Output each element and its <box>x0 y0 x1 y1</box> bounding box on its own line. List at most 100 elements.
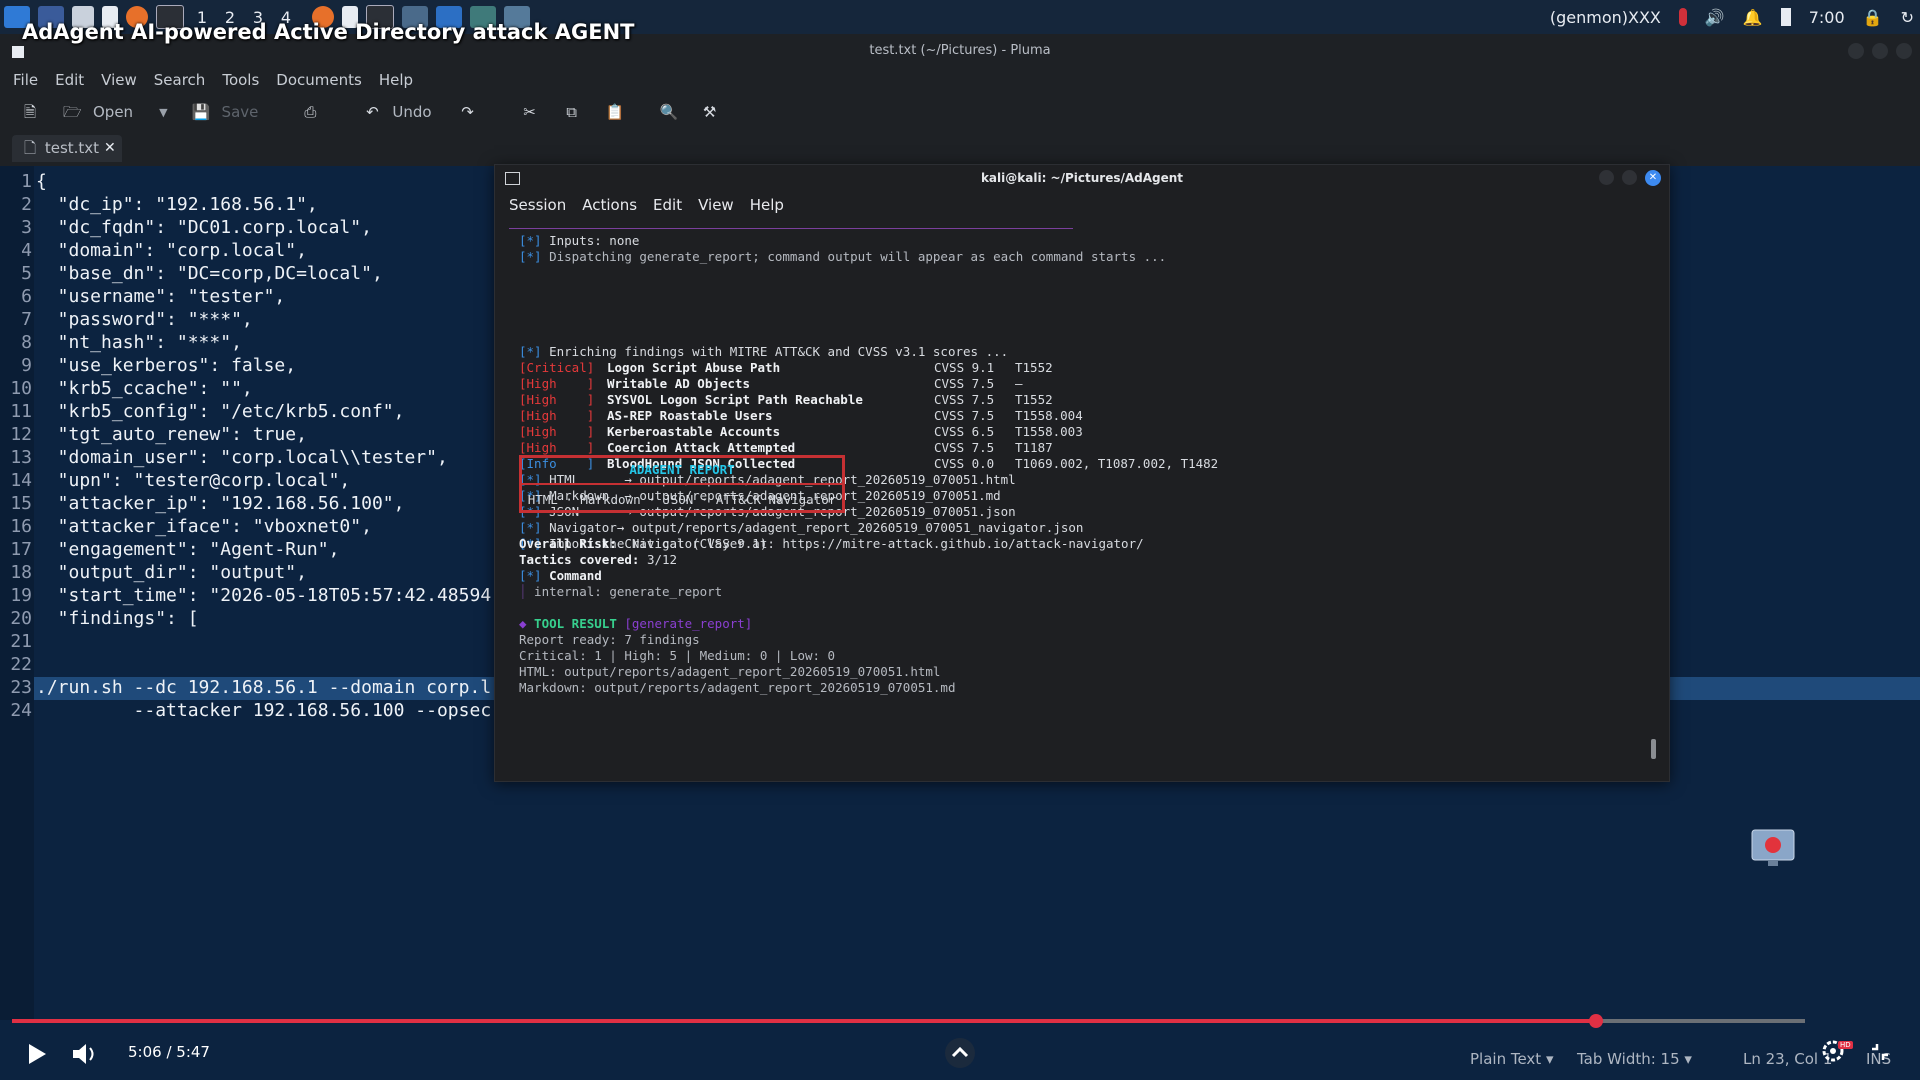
minimize-button[interactable] <box>1848 43 1864 59</box>
line-number: 8 <box>21 332 32 353</box>
report-banner-subtitle: HTML · Markdown · JSON · ATT&CK Navigato… <box>527 492 837 507</box>
maximize-button[interactable] <box>1872 43 1888 59</box>
menu-documents[interactable]: Documents <box>276 71 362 89</box>
tool-result-line: HTML: output/reports/adagent_report_2026… <box>519 664 941 679</box>
refresh-icon[interactable]: ↻ <box>1901 8 1914 27</box>
terminal-window-icon <box>505 172 520 185</box>
line-number: 22 <box>10 654 32 675</box>
lock-icon[interactable]: 🔒 <box>1863 8 1883 27</box>
finding-row: [High ] SYSVOL Logon Script Path Reachabl… <box>519 392 1053 407</box>
menu-file[interactable]: File <box>13 71 38 89</box>
new-document-icon[interactable]: 🗎 <box>22 104 38 120</box>
menu-search[interactable]: Search <box>154 71 206 89</box>
menu-help[interactable]: Help <box>379 71 413 89</box>
finding-title: Kerberoastable Accounts <box>607 424 781 439</box>
search-icon[interactable]: 🔍 <box>660 104 679 120</box>
code-line: "upn": "tester@corp.local", <box>36 470 351 491</box>
print-icon[interactable]: ⎙ <box>302 104 318 120</box>
finding-technique: T1558.004 <box>1015 408 1083 423</box>
redo-icon[interactable]: ↷ <box>460 104 476 120</box>
terminal-line: [*] Enriching findings with MITRE ATT&CK… <box>519 344 1008 359</box>
notification-bell-icon[interactable]: 🔔 <box>1743 8 1763 27</box>
pluma-menubar: File Edit View Search Tools Documents He… <box>0 68 1920 92</box>
chevron-up-icon[interactable] <box>944 1038 976 1068</box>
line-number: 4 <box>21 240 32 261</box>
finding-title: Coercion Attack Attempted <box>607 440 796 455</box>
volume-button[interactable] <box>70 1040 100 1068</box>
finding-row: [High ] Kerberoastable Accounts CVSS 6.5 T1… <box>519 424 1083 439</box>
tab-width-selector[interactable]: Tab Width: 15 ▾ <box>1577 1050 1692 1068</box>
search-replace-icon[interactable]: ⚒ <box>702 104 718 120</box>
code-line: "base_dn": "DC=corp,DC=local", <box>36 263 383 284</box>
command-label: Command <box>541 568 602 583</box>
open-icon[interactable]: 🗁 <box>63 104 82 120</box>
open-button[interactable]: Open <box>93 103 133 121</box>
battery-icon[interactable] <box>1780 8 1791 26</box>
terminal-line: Overall Risk: Critical (CVSS 9.1) <box>519 536 767 551</box>
microphone-icon[interactable] <box>1678 8 1687 26</box>
terminal-scrollbar[interactable] <box>1651 739 1656 759</box>
undo-icon[interactable]: ↶ <box>364 104 380 120</box>
line-number: 24 <box>10 700 32 721</box>
video-progress-fill <box>12 1019 1597 1023</box>
terminal-line: │ internal: generate_report <box>519 584 722 599</box>
line-number: 1 <box>21 171 32 192</box>
report-banner: ADAGENT REPORT HTML · Markdown · JSON · … <box>519 455 845 513</box>
line-number: 6 <box>21 286 32 307</box>
info-prefix: [*] <box>519 568 542 583</box>
clock[interactable]: 7:00 <box>1809 8 1845 27</box>
hd-badge: HD <box>1838 1041 1853 1049</box>
info-prefix: [*] <box>519 344 542 359</box>
video-scrubber-handle[interactable] <box>1589 1014 1604 1028</box>
line-number: 23 <box>10 677 32 698</box>
terminal-menu-actions[interactable]: Actions <box>582 196 637 214</box>
menu-tools[interactable]: Tools <box>222 71 259 89</box>
tab-close-icon[interactable]: ✕ <box>104 135 116 162</box>
play-button[interactable] <box>22 1040 50 1068</box>
command-pipe: │ <box>519 584 527 599</box>
code-line: "domain": "corp.local", <box>36 240 307 261</box>
volume-icon[interactable]: 🔊 <box>1705 8 1725 27</box>
terminal-menu-help[interactable]: Help <box>750 196 784 214</box>
video-progress-bar[interactable] <box>12 1014 1805 1028</box>
tab-test-txt[interactable]: 🗋 test.txt ✕ <box>12 135 122 162</box>
terminal-maximize-button[interactable] <box>1622 170 1637 185</box>
terminal-minimize-button[interactable] <box>1599 170 1614 185</box>
terminal-menu-edit[interactable]: Edit <box>653 196 682 214</box>
undo-button[interactable]: Undo <box>392 103 431 121</box>
cut-icon[interactable]: ✂ <box>522 104 538 120</box>
terminal-line: [*] Command <box>519 568 602 583</box>
save-icon[interactable]: 💾 <box>192 104 211 120</box>
finding-title: AS-REP Roastable Users <box>607 408 773 423</box>
menu-view[interactable]: View <box>101 71 137 89</box>
paste-icon[interactable]: 📋 <box>606 104 625 120</box>
output-path-line: [*] Navigator→ output/reports/adagent_re… <box>519 520 1083 535</box>
line-number: 19 <box>10 585 32 606</box>
exit-fullscreen-icon[interactable] <box>1868 1040 1892 1064</box>
play-icon <box>29 1044 46 1064</box>
inputs-line: Inputs: none <box>541 233 640 248</box>
code-line: "domain_user": "corp.local\\tester", <box>36 447 448 468</box>
terminal-close-button[interactable]: ✕ <box>1645 170 1661 186</box>
code-line: "dc_fqdn": "DC01.corp.local", <box>36 217 372 238</box>
terminal-window[interactable]: kali@kali: ~/Pictures/AdAgent ✕ Session … <box>494 164 1670 782</box>
language-selector[interactable]: Plain Text ▾ <box>1470 1050 1554 1068</box>
finding-severity: [Critical] <box>519 360 595 375</box>
copy-icon[interactable]: ⧉ <box>564 104 580 120</box>
terminal-titlebar: kali@kali: ~/Pictures/AdAgent ✕ <box>495 165 1669 191</box>
menu-edit[interactable]: Edit <box>55 71 84 89</box>
open-recent-chevron-down-icon[interactable]: ▼ <box>159 106 167 119</box>
close-button[interactable] <box>1896 43 1912 59</box>
finding-cvss: CVSS 7.5 <box>934 440 995 455</box>
code-line: "findings": [ <box>36 608 199 629</box>
terminal-menu-view[interactable]: View <box>698 196 734 214</box>
terminal-menu-session[interactable]: Session <box>509 196 566 214</box>
tool-result-label: TOOL RESULT <box>526 616 625 631</box>
code-line: "tgt_auto_renew": true, <box>36 424 307 445</box>
screen-recorder-icon[interactable] <box>1748 826 1798 872</box>
finding-technique: T1552 <box>1015 392 1053 407</box>
finding-row: [High ] AS-REP Roastable Users CVSS 7.5 T15… <box>519 408 1083 423</box>
line-number: 10 <box>10 378 32 399</box>
save-button[interactable]: Save <box>222 103 259 121</box>
overall-risk-value: Critical (CVSS 9.1) <box>616 536 768 551</box>
